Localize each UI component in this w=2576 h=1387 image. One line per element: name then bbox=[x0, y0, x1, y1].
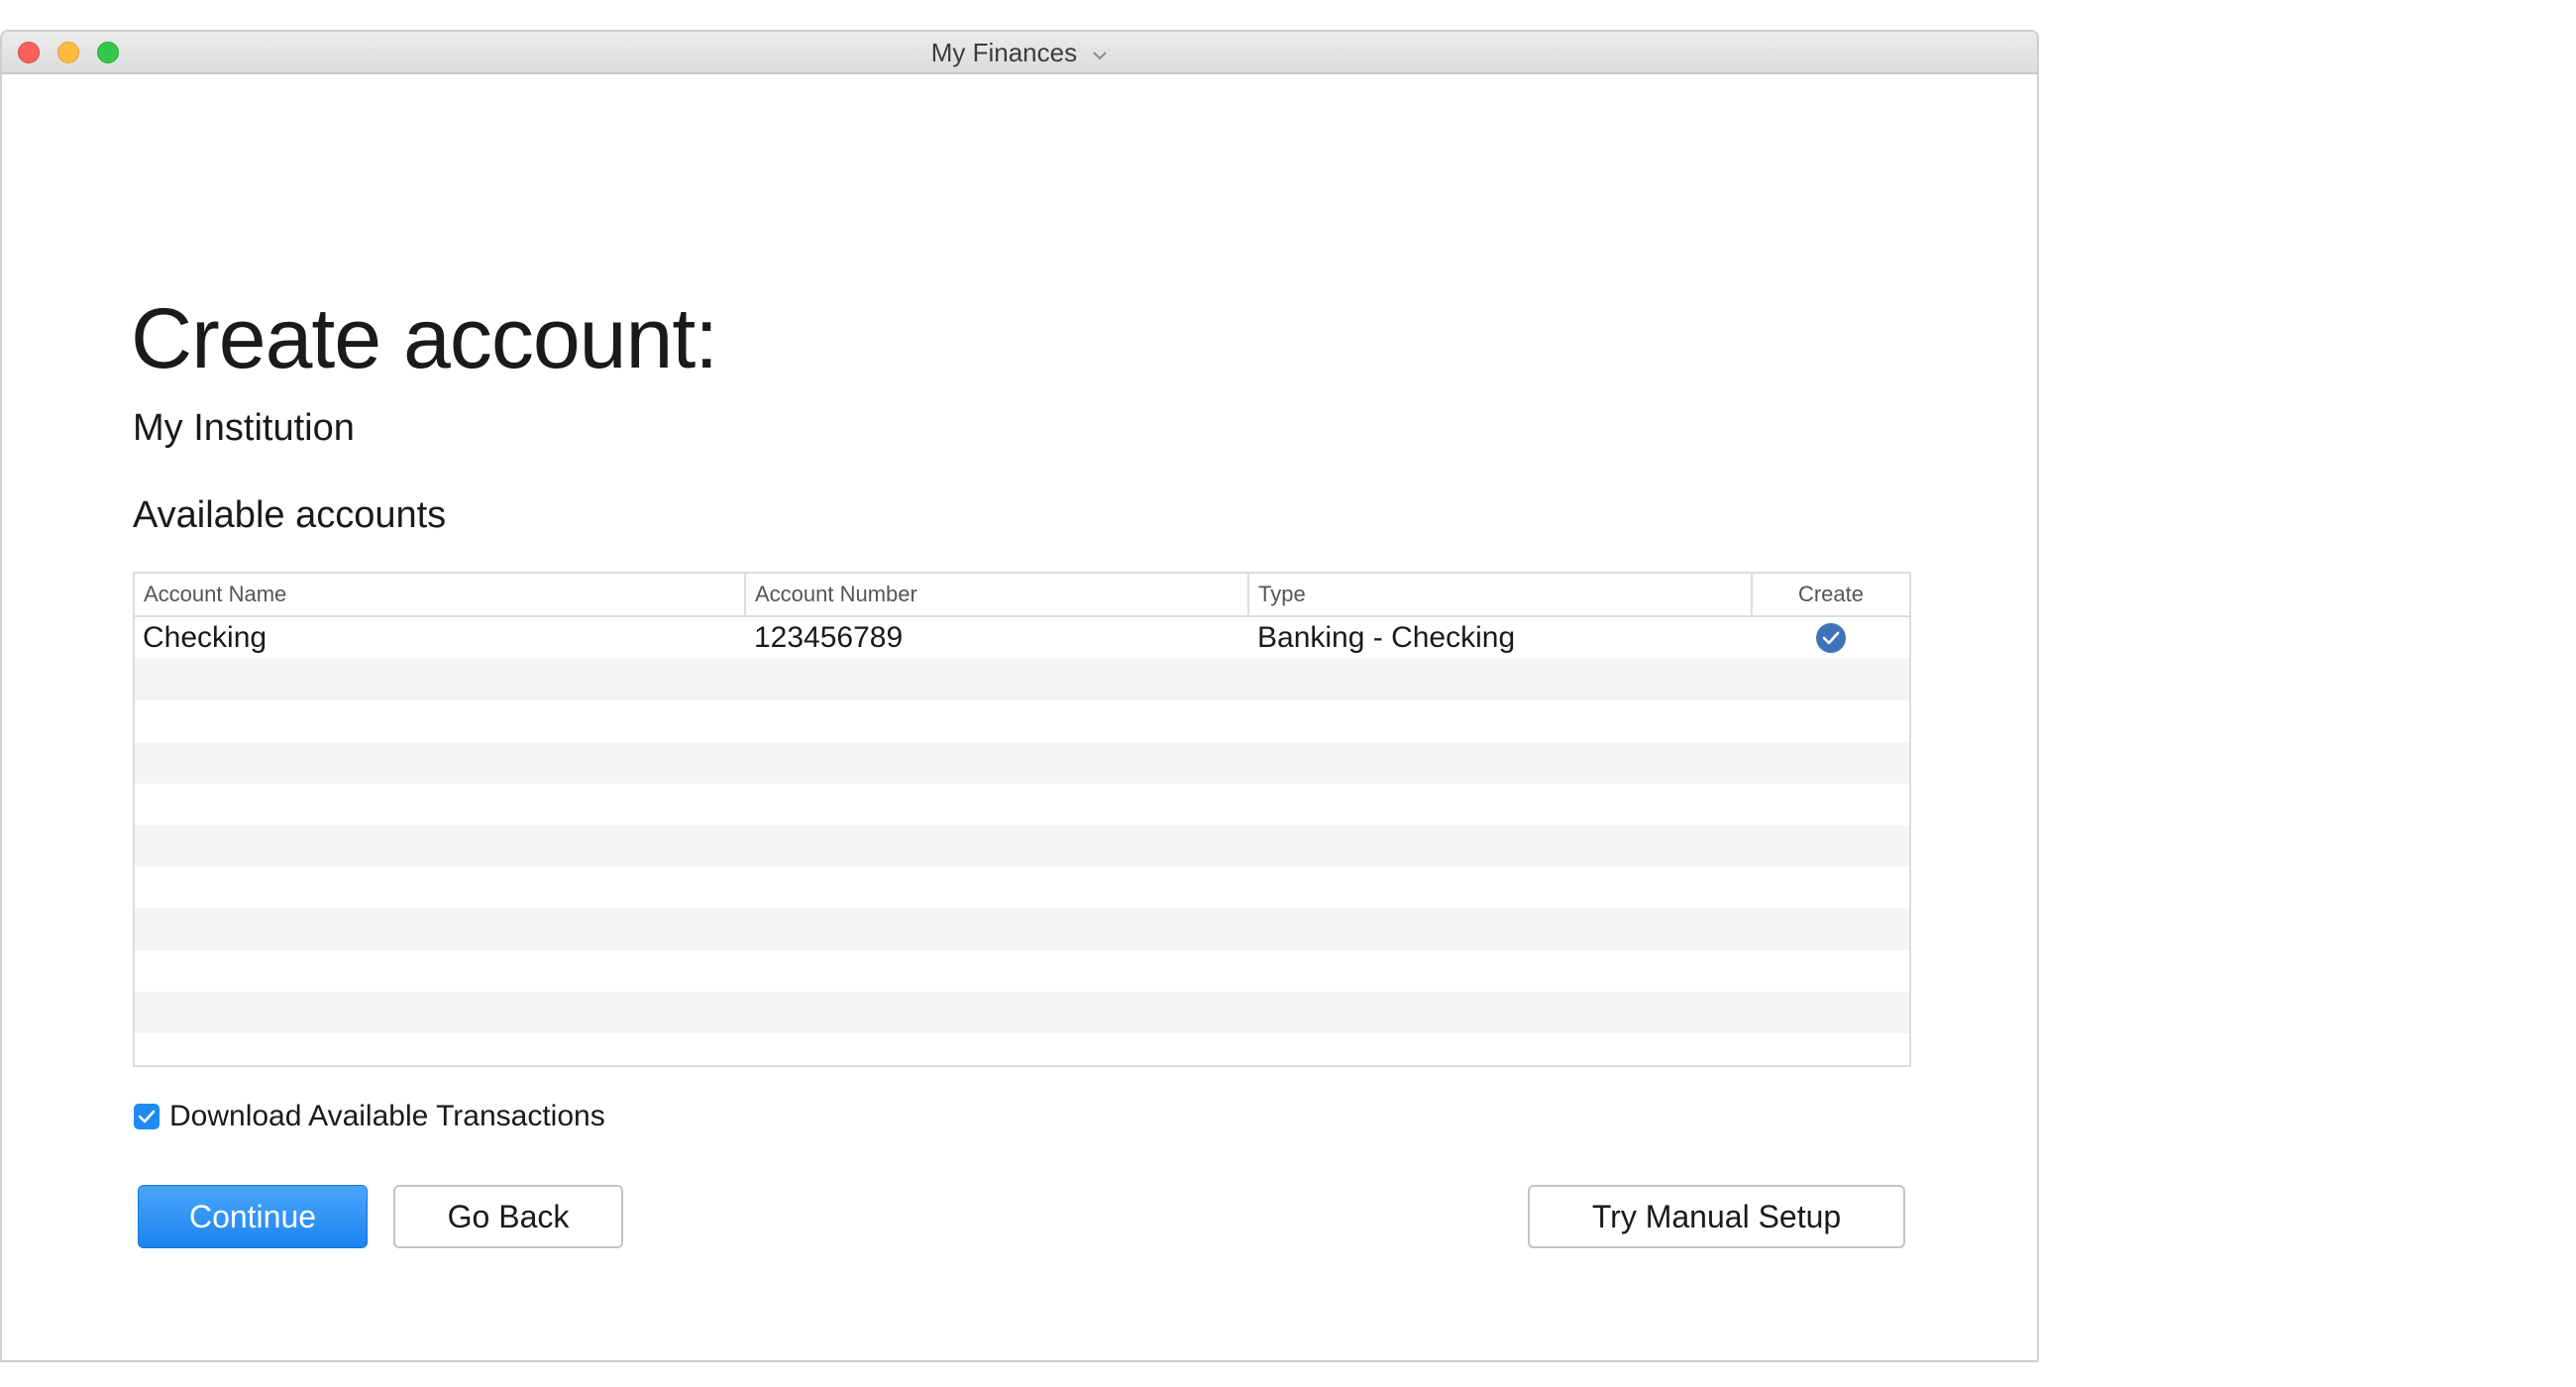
available-accounts-label: Available accounts bbox=[133, 494, 447, 536]
empty-row bbox=[135, 742, 1909, 784]
empty-row bbox=[135, 908, 1909, 950]
account-number-cell: 123456789 bbox=[754, 621, 904, 654]
accounts-table: Account Name Account Number Type Create … bbox=[133, 572, 1911, 1067]
empty-row bbox=[135, 1033, 1909, 1065]
download-transactions-option[interactable]: Download Available Transactions bbox=[134, 1100, 605, 1133]
empty-row bbox=[135, 825, 1909, 867]
check-circle-icon[interactable] bbox=[1816, 623, 1846, 653]
table-header: Account Name Account Number Type Create bbox=[135, 574, 1909, 617]
go-back-button[interactable]: Go Back bbox=[393, 1185, 623, 1248]
download-transactions-checkbox[interactable] bbox=[134, 1104, 160, 1129]
continue-button[interactable]: Continue bbox=[138, 1185, 368, 1248]
empty-row bbox=[135, 784, 1909, 825]
column-header-account-name[interactable]: Account Name bbox=[135, 574, 746, 615]
app-window: My Finances Create account: My Instituti… bbox=[0, 30, 2039, 1362]
account-name-cell: Checking bbox=[143, 621, 268, 654]
window-title[interactable]: My Finances bbox=[2, 32, 2037, 74]
table-row[interactable]: Checking 123456789 Banking - Checking bbox=[135, 617, 1909, 659]
empty-row bbox=[135, 992, 1909, 1033]
try-manual-setup-button[interactable]: Try Manual Setup bbox=[1528, 1185, 1905, 1248]
column-header-type[interactable]: Type bbox=[1249, 574, 1753, 615]
content-area: Create account: My Institution Available… bbox=[2, 74, 2037, 1360]
account-type-cell: Banking - Checking bbox=[1257, 621, 1516, 654]
column-header-create[interactable]: Create bbox=[1753, 574, 1909, 615]
window-title-text: My Finances bbox=[930, 38, 1078, 67]
chevron-down-icon[interactable] bbox=[1092, 31, 1108, 73]
create-cell bbox=[1753, 623, 1909, 653]
page-title: Create account: bbox=[131, 291, 718, 386]
empty-row bbox=[135, 950, 1909, 992]
empty-row bbox=[135, 867, 1909, 908]
title-bar[interactable]: My Finances bbox=[2, 32, 2037, 74]
table-body: Checking 123456789 Banking - Checking bbox=[135, 617, 1909, 1065]
institution-name: My Institution bbox=[133, 407, 355, 449]
checkmark-icon bbox=[138, 1110, 156, 1123]
download-transactions-label[interactable]: Download Available Transactions bbox=[169, 1100, 605, 1133]
column-header-account-number[interactable]: Account Number bbox=[746, 574, 1249, 615]
empty-row bbox=[135, 700, 1909, 742]
empty-row bbox=[135, 659, 1909, 700]
